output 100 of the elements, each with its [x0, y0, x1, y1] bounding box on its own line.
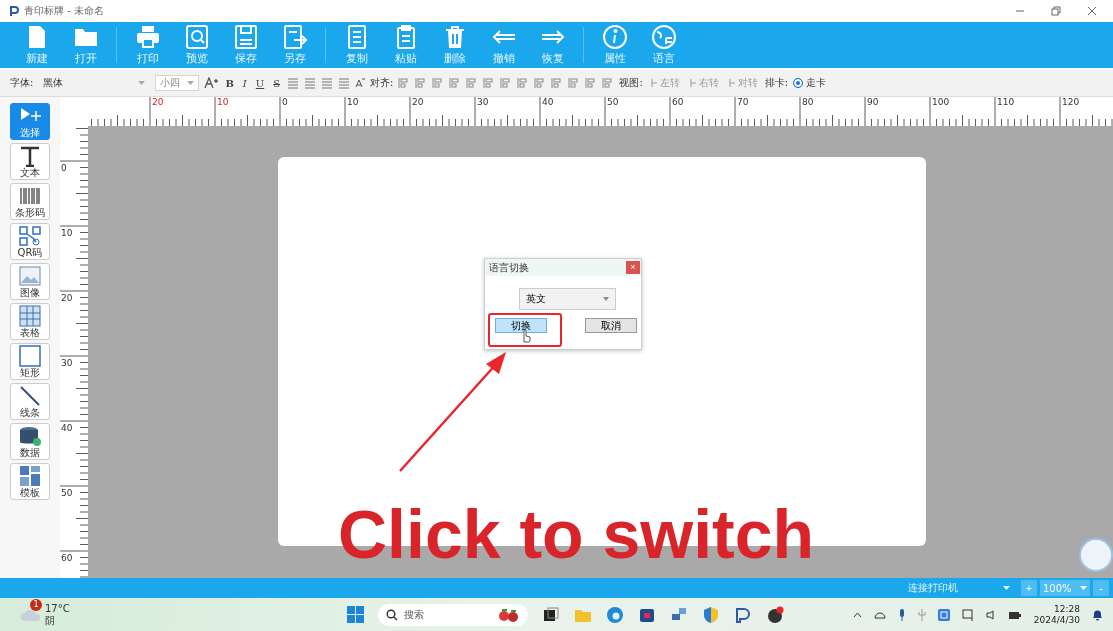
- tool-button[interactable]: 矩形: [10, 343, 50, 380]
- toolbar-button[interactable]: 撤销: [479, 23, 528, 67]
- ruler-number: 60: [672, 97, 684, 108]
- object-align-icon[interactable]: [398, 77, 411, 89]
- text-style-button[interactable]: B: [223, 77, 236, 89]
- ruler-number: 10: [61, 228, 73, 238]
- text-style-button[interactable]: S: [271, 77, 283, 89]
- toolbar-button[interactable]: 恢复: [528, 23, 577, 67]
- object-align-icon[interactable]: [466, 77, 479, 89]
- object-align-icon[interactable]: [551, 77, 564, 89]
- paragraph-align-icon[interactable]: [321, 77, 334, 89]
- font-size-select[interactable]: 小四: [155, 75, 200, 91]
- object-align-icon[interactable]: [449, 77, 462, 89]
- tool-button[interactable]: 数据: [10, 423, 50, 460]
- toolbar-button[interactable]: 删除: [430, 23, 479, 67]
- toolbar-button[interactable]: 打开: [61, 23, 110, 67]
- object-align-icon[interactable]: [517, 77, 530, 89]
- toolbar-button[interactable]: 打印: [123, 23, 172, 67]
- shield-icon[interactable]: [702, 605, 720, 624]
- ruler-number: 120: [1062, 97, 1080, 108]
- tool-button[interactable]: QR码: [10, 223, 50, 260]
- toolbar-button[interactable]: 新建: [12, 23, 61, 67]
- ruler-number: 90: [867, 97, 879, 108]
- ruler-number: 0: [61, 163, 67, 173]
- ruler-number: 20: [61, 293, 73, 303]
- zoom-select[interactable]: 100%: [1040, 580, 1090, 596]
- layout-icon: [17, 465, 43, 487]
- bell-icon[interactable]: [1092, 608, 1103, 621]
- object-align-icon[interactable]: [534, 77, 547, 89]
- cloud-icon[interactable]: [20, 607, 42, 622]
- hand-cursor-icon: [521, 329, 532, 343]
- search-icon: [386, 608, 398, 621]
- restore-icon[interactable]: [1051, 6, 1061, 16]
- search-field[interactable]: 搜索: [378, 603, 528, 626]
- rotate-icon: [649, 78, 659, 88]
- temperature: 17°C: [45, 602, 70, 615]
- battery-icon[interactable]: [1007, 609, 1022, 620]
- magnifier-icon: [183, 24, 210, 50]
- object-align-icon[interactable]: [585, 77, 598, 89]
- language-select[interactable]: 英文: [519, 288, 616, 310]
- paragraph-align-icon[interactable]: [338, 77, 351, 89]
- ruler-number: 80: [802, 97, 814, 108]
- dialog-button[interactable]: 取消: [585, 318, 637, 333]
- assistant-avatar[interactable]: [1079, 538, 1113, 572]
- tool-button[interactable]: 图像: [10, 263, 50, 300]
- object-align-icon[interactable]: [483, 77, 496, 89]
- paragraph-align-icon[interactable]: [304, 77, 317, 89]
- object-align-icon[interactable]: [500, 77, 513, 89]
- window-title: 青印标牌 - 未命名: [24, 4, 104, 18]
- object-align-icon[interactable]: [432, 77, 445, 89]
- paragraph-align-icon[interactable]: [287, 77, 300, 89]
- toolbar-button[interactable]: 另存: [270, 23, 319, 67]
- ball-icon[interactable]: [766, 605, 784, 624]
- toolbar-button[interactable]: 保存: [221, 23, 270, 67]
- browser-icon[interactable]: [606, 605, 624, 624]
- text-style-button[interactable]: I: [240, 77, 249, 89]
- object-align-icon[interactable]: [568, 77, 581, 89]
- ruler-number: 50: [61, 488, 73, 498]
- notification-badge: 1: [30, 598, 42, 611]
- close-icon[interactable]: [1087, 6, 1097, 16]
- toolbar-button[interactable]: 复制: [332, 23, 381, 67]
- speaker-icon[interactable]: [985, 609, 996, 620]
- font-shrink-icon[interactable]: [355, 78, 366, 88]
- rotate-icon: [727, 78, 737, 88]
- database-icon: [17, 425, 43, 447]
- dialog-button[interactable]: 切换: [495, 318, 547, 333]
- task-view-icon[interactable]: [542, 605, 560, 624]
- zoom-out-button[interactable]: -: [1093, 580, 1109, 596]
- start-icon[interactable]: [347, 606, 364, 623]
- tool-button[interactable]: 文本: [10, 143, 50, 180]
- cactus-icon[interactable]: [917, 608, 926, 621]
- ruler-number: 70: [737, 97, 749, 108]
- ruler-number: 0: [282, 97, 288, 108]
- tool-button[interactable]: 选择: [10, 103, 50, 140]
- zoom-in-button[interactable]: +: [1021, 580, 1037, 596]
- app-logo-icon[interactable]: [734, 605, 752, 624]
- caret-up-icon[interactable]: [852, 611, 862, 618]
- toolbar-button[interactable]: 语言: [639, 23, 688, 67]
- font-label: 字体:: [10, 76, 34, 90]
- info-icon: [601, 24, 628, 50]
- font-select[interactable]: 黑体: [38, 75, 151, 91]
- tool-button[interactable]: 表格: [10, 303, 50, 340]
- object-align-icon[interactable]: [415, 77, 428, 89]
- microphone-icon[interactable]: [897, 608, 906, 621]
- rotate-icon: [688, 78, 698, 88]
- app-tray-icon[interactable]: [937, 608, 950, 621]
- tool-button[interactable]: 模板: [10, 463, 50, 500]
- object-align-icon[interactable]: [602, 77, 615, 89]
- toolbar-button[interactable]: 属性: [590, 23, 639, 67]
- cloud-icon[interactable]: [873, 610, 886, 619]
- text-style-button[interactable]: U: [253, 77, 267, 89]
- card-feed-radio[interactable]: 走卡: [793, 76, 827, 90]
- printer-select[interactable]: 连接打印机: [908, 581, 1010, 595]
- tool-button[interactable]: 线条: [10, 383, 50, 420]
- toolbar-button[interactable]: 粘贴: [381, 23, 430, 67]
- tool-button[interactable]: 条形码: [10, 183, 50, 220]
- toolbar-button[interactable]: 预览: [172, 23, 221, 67]
- network-icon[interactable]: [961, 608, 974, 621]
- font-grow-icon[interactable]: [204, 77, 219, 89]
- close-button[interactable]: ×: [626, 261, 640, 274]
